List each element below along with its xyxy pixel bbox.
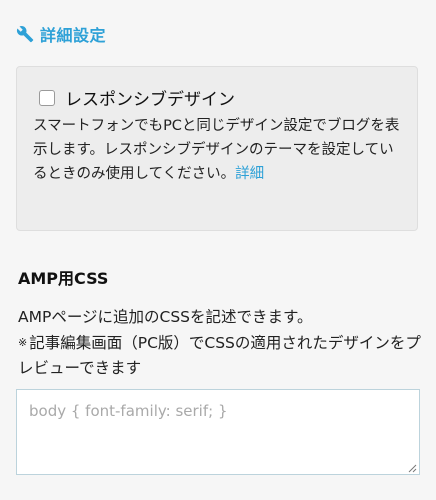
amp-css-textarea[interactable] bbox=[16, 389, 420, 475]
responsive-design-description: スマートフォンでもPCと同じデザイン設定でブログを表示します。レスポンシブデザイ… bbox=[33, 114, 403, 186]
section-title: 詳細設定 bbox=[40, 26, 107, 45]
responsive-design-option[interactable]: レスポンシブデザイン bbox=[39, 85, 235, 110]
amp-css-note: ※ 記事編集画面（PC版）でCSSの適用されたデザインをプレビューできます bbox=[18, 330, 423, 381]
resize-handle-icon[interactable] bbox=[405, 461, 417, 473]
amp-css-title: AMP用CSS bbox=[18, 269, 109, 288]
responsive-design-panel: レスポンシブデザイン スマートフォンでもPCと同じデザイン設定でブログを表示しま… bbox=[16, 66, 418, 231]
responsive-description-text: スマートフォンでもPCと同じデザイン設定でブログを表示します。レスポンシブデザイ… bbox=[33, 118, 400, 182]
wrench-icon bbox=[16, 26, 34, 43]
responsive-design-checkbox[interactable] bbox=[39, 89, 55, 106]
section-header-advanced-settings: 詳細設定 bbox=[16, 22, 106, 46]
amp-css-description-line2: 記事編集画面（PC版）でCSSの適用されたデザインをプレビューできます bbox=[18, 334, 421, 377]
details-link[interactable]: 詳細 bbox=[235, 166, 264, 182]
amp-css-description: AMPページに追加のCSSを記述できます。 ※ 記事編集画面（PC版）でCSSの適… bbox=[18, 305, 423, 381]
note-mark: ※ bbox=[18, 336, 28, 349]
amp-css-description-line1: AMPページに追加のCSSを記述できます。 bbox=[18, 308, 313, 326]
responsive-design-label[interactable]: レスポンシブデザイン bbox=[65, 85, 235, 110]
